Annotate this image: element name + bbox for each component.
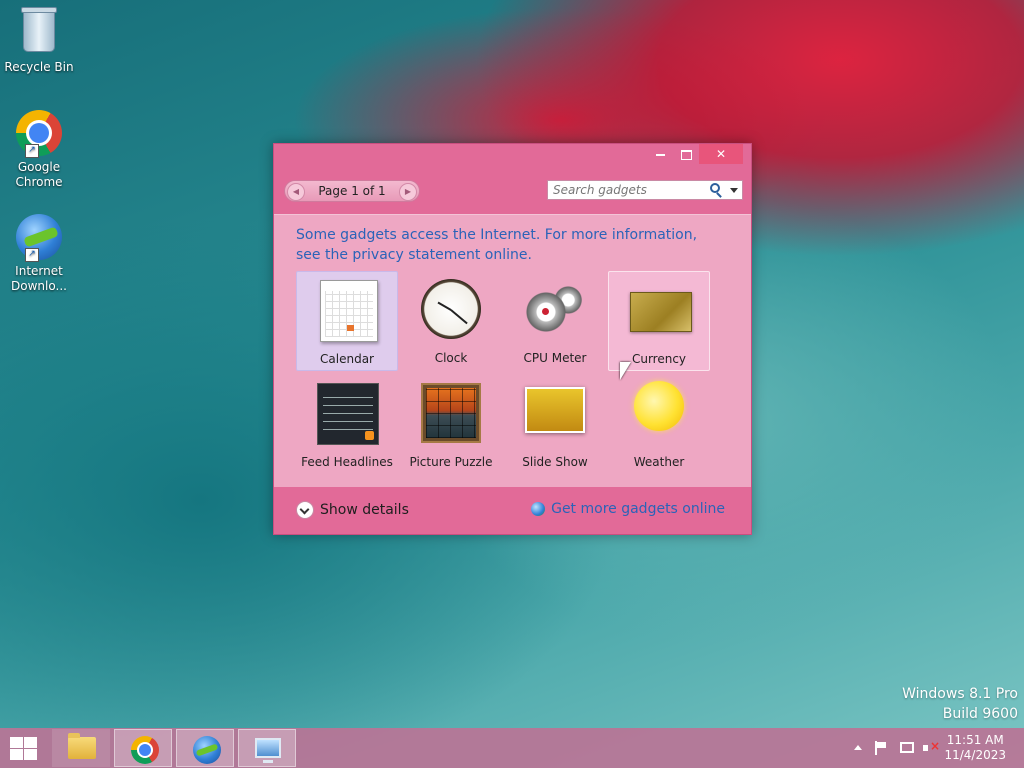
action-center-flag-icon[interactable] [874, 741, 888, 755]
close-icon: ✕ [715, 147, 727, 161]
chrome-icon [131, 736, 159, 764]
gadget-name: Calendar [320, 352, 374, 366]
taskbar-internet-download-manager[interactable] [176, 729, 234, 767]
idm-icon [193, 736, 221, 764]
gadget-name: Feed Headlines [301, 455, 393, 469]
minimize-button[interactable] [647, 144, 673, 164]
toolbar: ◀ Page 1 of 1 ▶ [284, 180, 743, 202]
watermark-build: Build 9600 [942, 706, 1018, 722]
pager: ◀ Page 1 of 1 ▶ [284, 180, 420, 202]
page-label: Page 1 of 1 [318, 184, 386, 198]
search-icon[interactable] [710, 183, 720, 193]
gadget-currency[interactable]: Currency [608, 271, 710, 371]
volume-muted-icon[interactable] [923, 739, 940, 755]
idm-icon: ↗ [15, 214, 63, 262]
gadget-weather[interactable]: Weather [608, 375, 710, 475]
gadget-name: CPU Meter [523, 351, 587, 365]
taskbar-google-chrome[interactable] [114, 729, 172, 767]
desktop-icon-label: Internet Downlo... [11, 264, 67, 293]
desktop-icon-internet-download-manager[interactable]: ↗ Internet Downlo... [4, 214, 74, 294]
chevron-down-icon [296, 501, 314, 519]
previous-page-button[interactable]: ◀ [287, 183, 305, 201]
next-page-button[interactable]: ▶ [399, 183, 417, 201]
slide-show-icon [525, 387, 585, 433]
get-more-gadgets-label: Get more gadgets online [551, 501, 725, 517]
show-hidden-icons-icon[interactable] [854, 745, 862, 750]
watermark-edition: Windows 8.1 Pro [902, 686, 1018, 702]
chevron-down-icon[interactable] [730, 188, 738, 193]
gadget-feed-headlines[interactable]: Feed Headlines [296, 375, 398, 475]
feed-headlines-icon [317, 383, 379, 445]
search-input[interactable] [548, 181, 703, 199]
taskbar: 11:51 AM 11/4/2023 [0, 728, 1024, 768]
gadget-footer: Show details Get more gadgets online [274, 490, 751, 534]
minimize-icon [655, 153, 665, 156]
maximize-button[interactable] [673, 144, 699, 164]
gadget-name: Picture Puzzle [409, 455, 493, 469]
gadget-name: Clock [434, 351, 468, 365]
currency-icon [630, 292, 692, 332]
windows-logo-icon [10, 737, 23, 748]
search-box [547, 180, 743, 200]
get-more-gadgets-link[interactable]: Get more gadgets online [531, 501, 725, 517]
gadget-slide-show[interactable]: Slide Show [504, 375, 606, 475]
weather-icon [634, 381, 684, 431]
gadget-name: Slide Show [522, 455, 588, 469]
start-button[interactable] [8, 736, 38, 760]
gadget-content-area: Some gadgets access the Internet. For mo… [274, 214, 751, 487]
gadget-calendar[interactable]: Calendar [296, 271, 398, 371]
gadget-clock[interactable]: Clock [400, 271, 502, 371]
gadget-picture-puzzle[interactable]: Picture Puzzle [400, 375, 502, 475]
desktop-icon-recycle-bin[interactable]: Recycle Bin [4, 6, 74, 75]
show-details-label: Show details [320, 502, 409, 518]
close-button[interactable]: ✕ [699, 144, 743, 164]
folder-icon [68, 733, 96, 759]
desktop-icon-label: Google Chrome [15, 160, 63, 189]
system-tray: 11:51 AM 11/4/2023 [840, 728, 1024, 768]
gadget-cpu-meter[interactable]: CPU Meter [504, 271, 606, 371]
globe-icon [531, 502, 546, 516]
recycle-bin-icon [15, 7, 63, 58]
clock-icon [421, 279, 481, 339]
network-icon[interactable] [900, 742, 914, 753]
taskbar-file-explorer[interactable] [52, 729, 110, 767]
shortcut-arrow-icon: ↗ [25, 248, 39, 262]
mouse-cursor-icon [620, 362, 631, 380]
show-details-button[interactable]: Show details [296, 501, 409, 519]
calendar-icon [320, 280, 378, 342]
gadget-gallery-window: ✕ ◀ Page 1 of 1 ▶ Some gadgets access th… [273, 143, 752, 535]
clock-time: 11:51 AM [946, 733, 1004, 747]
gadgets-icon [255, 738, 281, 763]
chevron-left-icon: ◀ [292, 187, 300, 196]
shortcut-arrow-icon: ↗ [25, 144, 39, 158]
title-bar[interactable]: ✕ [274, 144, 751, 170]
desktop-icon-label: Recycle Bin [4, 60, 74, 74]
privacy-notice-link[interactable]: Some gadgets access the Internet. For mo… [296, 225, 726, 265]
clock-date: 11/4/2023 [944, 748, 1006, 762]
chevron-right-icon: ▶ [404, 187, 412, 196]
chrome-icon: ↗ [15, 110, 63, 158]
gadget-name: Weather [633, 455, 685, 469]
maximize-icon [680, 149, 692, 160]
picture-puzzle-icon [421, 383, 481, 443]
cpu-meter-icon [525, 279, 585, 339]
taskbar-clock[interactable]: 11:51 AM 11/4/2023 [944, 733, 1006, 763]
windows-watermark: Windows 8.1 Pro Build 9600 [902, 684, 1018, 724]
taskbar-desktop-gadgets[interactable] [238, 729, 296, 767]
desktop-icon-google-chrome[interactable]: ↗ Google Chrome [4, 110, 74, 190]
